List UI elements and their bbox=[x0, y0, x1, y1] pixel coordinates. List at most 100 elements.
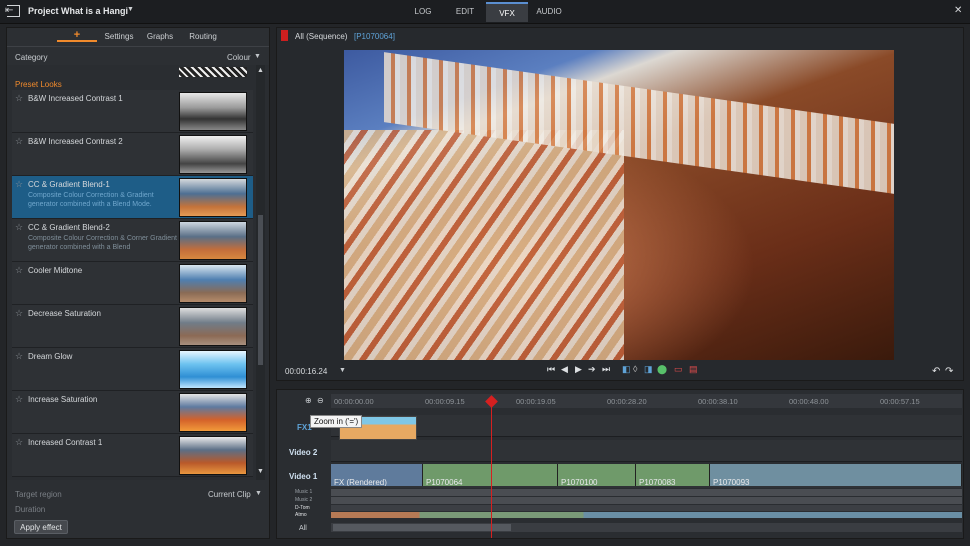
preset-label: Increased Contrast 1 bbox=[28, 438, 103, 447]
clip-p1070093[interactable]: P1070093 bbox=[710, 464, 962, 486]
section-header: Preset Looks bbox=[15, 80, 62, 89]
list-item[interactable]: ☆ B&W Increased Contrast 2 bbox=[12, 133, 253, 176]
undo-icon[interactable]: ↶ bbox=[932, 366, 940, 377]
track-label-video1[interactable]: Video 1 bbox=[289, 472, 317, 481]
record-icon[interactable]: ⬤ bbox=[657, 364, 667, 375]
target-region-dropdown[interactable]: Current Clip bbox=[208, 490, 251, 499]
timecode-tick: 00:00:38.10 bbox=[698, 397, 738, 406]
star-icon[interactable]: ☆ bbox=[15, 222, 23, 233]
timecode-tick: 00:00:09.15 bbox=[425, 397, 465, 406]
loop-icon[interactable]: ▭ bbox=[674, 364, 683, 375]
step-back-icon[interactable]: ◀ bbox=[561, 364, 568, 375]
tab-routing[interactable]: Routing bbox=[183, 30, 223, 44]
redo-icon[interactable]: ↷ bbox=[945, 366, 953, 377]
scroll-down-icon[interactable]: ▼ bbox=[257, 468, 264, 475]
mark-in-icon[interactable]: ◧ bbox=[622, 364, 631, 375]
fx1-track bbox=[331, 415, 962, 437]
go-to-end-icon[interactable]: ⏭ bbox=[602, 364, 610, 375]
duration-label: Duration bbox=[15, 505, 46, 514]
star-icon[interactable]: ☆ bbox=[15, 136, 23, 147]
list-item[interactable]: ☆ Decrease Saturation bbox=[12, 305, 253, 348]
star-icon[interactable]: ☆ bbox=[15, 394, 23, 405]
star-icon[interactable]: ☆ bbox=[15, 93, 23, 104]
list-item[interactable]: ☆ Dream Glow bbox=[12, 348, 253, 391]
star-icon[interactable]: ☆ bbox=[15, 351, 23, 362]
scrollbar[interactable]: ▲ ▼ bbox=[256, 65, 265, 480]
play-icon[interactable]: ▶ bbox=[575, 364, 582, 375]
preset-label: B&W Increased Contrast 1 bbox=[28, 94, 123, 103]
preset-label: Dream Glow bbox=[28, 352, 73, 361]
star-icon[interactable]: ☆ bbox=[15, 437, 23, 448]
clip-name: [P1070064] bbox=[354, 32, 395, 41]
split-icon[interactable]: ▤ bbox=[689, 364, 698, 375]
scroll-up-icon[interactable]: ▲ bbox=[257, 67, 264, 74]
track-label-music1[interactable]: Music 1 bbox=[295, 489, 312, 495]
clip-p1070100[interactable]: P1070100 bbox=[558, 464, 636, 486]
preset-thumbnail bbox=[179, 350, 247, 389]
preset-label: CC & Gradient Blend-1 bbox=[28, 180, 110, 189]
step-forward-icon[interactable]: ➔ bbox=[588, 364, 596, 375]
chevron-down-icon[interactable]: ▼ bbox=[255, 490, 262, 497]
atmo-track bbox=[331, 512, 962, 518]
clip-p1070083[interactable]: P1070083 bbox=[636, 464, 710, 486]
star-icon[interactable]: ☆ bbox=[15, 179, 23, 190]
chevron-down-icon[interactable]: ▼ bbox=[127, 6, 134, 13]
timecode-tick: 00:00:48.00 bbox=[789, 397, 829, 406]
preset-list: Preset Looks ☆ B&W Increased Contrast 1 … bbox=[7, 65, 269, 480]
marker-icon[interactable]: ◊ bbox=[633, 364, 637, 374]
track-label-all[interactable]: All bbox=[299, 525, 307, 532]
scrollbar-thumb[interactable] bbox=[258, 215, 263, 365]
preset-label: B&W Increased Contrast 2 bbox=[28, 137, 123, 146]
go-to-start-icon[interactable]: ⏮ bbox=[547, 364, 555, 375]
chevron-down-icon[interactable]: ▼ bbox=[339, 367, 346, 374]
viewer-panel: All (Sequence) [P1070064] 00:00:16.24 ▼ … bbox=[276, 27, 964, 381]
tab-graphs[interactable]: Graphs bbox=[142, 30, 178, 44]
scrollbar-thumb[interactable] bbox=[333, 524, 511, 531]
zoom-tooltip: Zoom in ('=') bbox=[310, 415, 363, 428]
preset-description: Composite Colour Correction & Corner Gra… bbox=[28, 235, 178, 251]
track-label-video2[interactable]: Video 2 bbox=[289, 448, 317, 457]
tab-settings[interactable]: Settings bbox=[99, 30, 139, 44]
list-item[interactable]: ☆ Increase Saturation bbox=[12, 391, 253, 434]
list-item[interactable]: ☆ Cooler Midtone bbox=[12, 262, 253, 305]
list-item[interactable]: ☆ B&W Increased Contrast 1 bbox=[12, 90, 253, 133]
sequence-color-swatch bbox=[281, 30, 288, 41]
zoom-in-icon[interactable]: ⊖ bbox=[317, 396, 324, 405]
track-label-music2[interactable]: Music 2 bbox=[295, 497, 312, 503]
tab-log[interactable]: LOG bbox=[402, 2, 444, 22]
timecode-tick: 00:00:00.00 bbox=[334, 397, 374, 406]
tab-audio[interactable]: AUDIO bbox=[528, 2, 570, 22]
preset-thumbnail bbox=[179, 436, 247, 475]
preset-label: Cooler Midtone bbox=[28, 266, 83, 275]
project-title[interactable]: Project What is a Hangi bbox=[28, 6, 128, 16]
list-item[interactable]: ☆ Increased Contrast 1 bbox=[12, 434, 253, 477]
tab-edit[interactable]: EDIT bbox=[444, 2, 486, 22]
category-dropdown[interactable]: Colour bbox=[227, 53, 251, 62]
close-icon[interactable]: ✕ bbox=[954, 5, 962, 16]
apply-effect-button[interactable]: Apply effect bbox=[14, 520, 68, 534]
tab-add[interactable]: + bbox=[57, 28, 97, 42]
mark-out-icon[interactable]: ◨ bbox=[644, 364, 653, 375]
panel-divider bbox=[7, 46, 269, 47]
category-label: Category bbox=[15, 53, 48, 62]
track-label-atmo[interactable]: Atmo bbox=[295, 512, 307, 518]
zoom-out-icon[interactable]: ⊕ bbox=[305, 396, 312, 405]
title-bar: ⇤ Project What is a Hangi ▼ LOG EDIT VFX… bbox=[0, 0, 970, 24]
sequence-label: All (Sequence) bbox=[295, 32, 348, 41]
playhead[interactable] bbox=[491, 398, 492, 538]
dtom-track bbox=[331, 505, 962, 511]
preset-thumbnail bbox=[179, 307, 247, 346]
chevron-down-icon[interactable]: ▼ bbox=[254, 53, 261, 60]
preset-label: CC & Gradient Blend-2 bbox=[28, 223, 110, 232]
music2-track bbox=[331, 497, 962, 504]
list-item[interactable]: ☆ CC & Gradient Blend-2 Composite Colour… bbox=[12, 219, 253, 262]
star-icon[interactable]: ☆ bbox=[15, 308, 23, 319]
star-icon[interactable]: ☆ bbox=[15, 265, 23, 276]
list-item-selected[interactable]: ☆ CC & Gradient Blend-1 Composite Colour… bbox=[12, 176, 253, 219]
tab-vfx[interactable]: VFX bbox=[486, 2, 528, 22]
music1-track bbox=[331, 489, 962, 496]
timecode-display: 00:00:16.24 bbox=[285, 367, 328, 376]
track-label-dtom[interactable]: D-Tom bbox=[295, 505, 310, 511]
clip-fx-rendered[interactable]: FX (Rendered) bbox=[331, 464, 423, 486]
timeline-scrollbar[interactable] bbox=[331, 523, 962, 532]
